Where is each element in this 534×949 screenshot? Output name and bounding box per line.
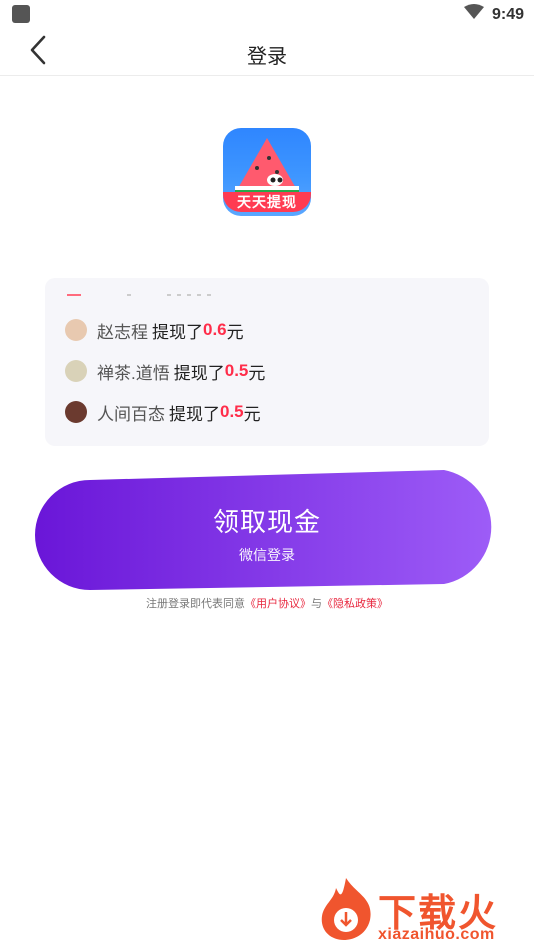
avatar bbox=[65, 360, 87, 382]
feed-item: 禅茶.道悟 提现了 0.5 元 bbox=[65, 358, 265, 384]
wifi-icon bbox=[463, 4, 484, 25]
feed-item: 人间百态 提现了 0.5 元 bbox=[65, 399, 261, 425]
cta-subtitle: 微信登录 bbox=[239, 547, 295, 563]
feed-unit: 元 bbox=[226, 322, 244, 342]
agreement-text: 注册登录即代表同意《用户协议》与《隐私政策》 bbox=[0, 595, 534, 611]
watermark-url: xiazaihuo.com bbox=[378, 926, 495, 943]
feed-amount: 0.5 bbox=[224, 361, 249, 380]
avatar bbox=[65, 401, 87, 423]
notification-app-icon bbox=[12, 5, 30, 23]
feed-verb: 提现了 bbox=[169, 404, 220, 424]
feed-amount: 0.5 bbox=[220, 402, 244, 421]
watermark-logo: 下载火 xiazaihuo.com bbox=[316, 876, 530, 946]
login-page: 9:49 登录 天天提现 赵志程 提现了 0.6 元 禅茶.道悟 提现了 0.5… bbox=[0, 0, 534, 949]
cta-text: 领取现金 微信登录 bbox=[30, 502, 504, 565]
withdrawal-feed-card: 赵志程 提现了 0.6 元 禅茶.道悟 提现了 0.5 元 人间百态 提现了 0… bbox=[45, 278, 489, 446]
agreement-prefix: 注册登录即代表同意 bbox=[146, 598, 245, 610]
page-title: 登录 bbox=[247, 46, 287, 68]
claim-cash-wechat-login-button[interactable]: 领取现金 微信登录 bbox=[30, 468, 504, 590]
avatar bbox=[65, 319, 87, 341]
status-right-group: 9:49 bbox=[463, 4, 524, 25]
feed-unit: 元 bbox=[243, 404, 261, 424]
agreement-connector: 与 bbox=[311, 598, 322, 610]
status-bar: 9:49 bbox=[0, 0, 534, 30]
cta-title: 领取现金 bbox=[212, 507, 321, 537]
flame-icon bbox=[321, 878, 371, 940]
user-agreement-link[interactable]: 《用户协议》 bbox=[245, 598, 311, 610]
privacy-policy-link[interactable]: 《隐私政策》 bbox=[322, 598, 388, 610]
feed-user-name: 禅茶.道悟 bbox=[97, 363, 170, 383]
feed-item: 赵志程 提现了 0.6 元 bbox=[65, 317, 244, 343]
feed-verb: 提现了 bbox=[152, 322, 203, 342]
app-logo: 天天提现 bbox=[223, 128, 311, 216]
feed-user-name: 赵志程 bbox=[97, 322, 148, 342]
feed-verb: 提现了 bbox=[173, 363, 225, 383]
nav-bar: 登录 bbox=[0, 30, 534, 76]
logo-label: 天天提现 bbox=[223, 192, 311, 212]
feed-unit: 元 bbox=[248, 363, 266, 383]
status-time: 9:49 bbox=[491, 5, 524, 23]
scrolling-item-partial bbox=[67, 294, 211, 296]
feed-user-name: 人间百态 bbox=[97, 404, 165, 424]
feed-amount: 0.6 bbox=[203, 320, 227, 339]
